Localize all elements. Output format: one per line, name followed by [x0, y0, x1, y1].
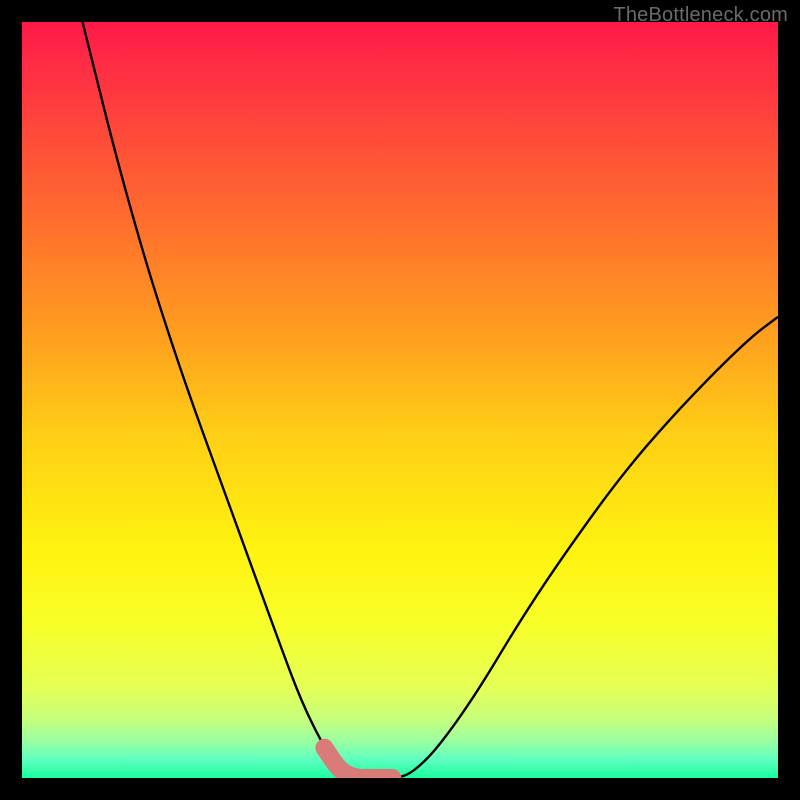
app-frame: TheBottleneck.com — [0, 0, 800, 800]
bottleneck-curve — [22, 22, 778, 778]
curve-highlight — [324, 748, 392, 778]
plot-area — [22, 22, 778, 778]
curve-line — [82, 22, 778, 778]
watermark-text: TheBottleneck.com — [613, 4, 788, 27]
